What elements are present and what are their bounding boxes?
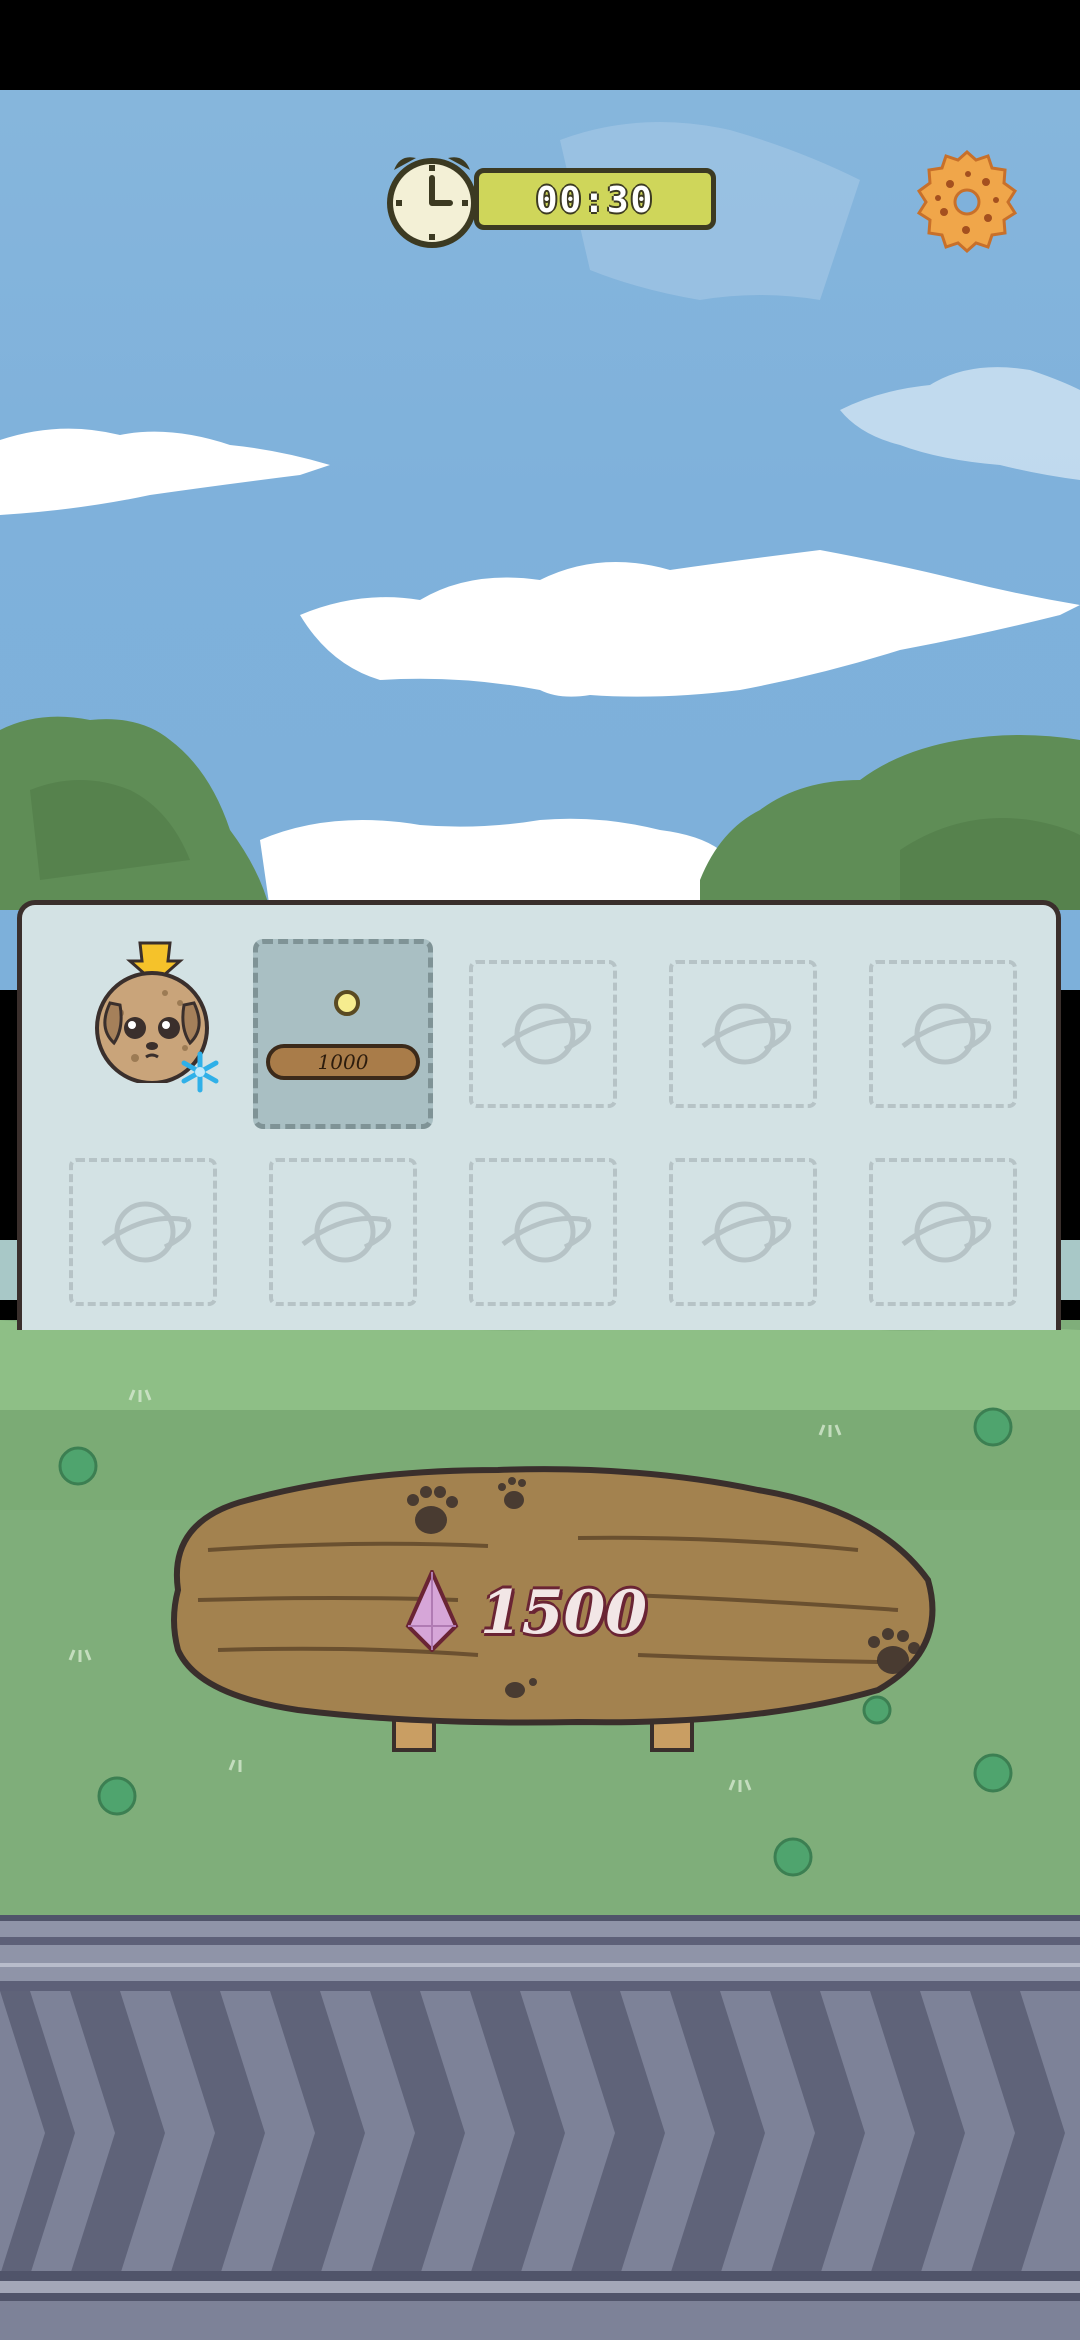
timer: 00:30 — [382, 148, 722, 248]
gem-value: 1500 — [480, 1578, 647, 1648]
conveyor-belt — [0, 1915, 1080, 2340]
inventory-panel: 1000 — [17, 900, 1061, 1330]
planet-icon — [701, 1201, 792, 1263]
inventory-slot-empty[interactable] — [69, 1158, 217, 1306]
cloud — [300, 550, 1080, 697]
inventory-slot-empty[interactable] — [269, 1158, 417, 1306]
inventory-slot-empty[interactable] — [869, 1158, 1017, 1306]
planet-icon — [901, 1201, 992, 1263]
planet-icon — [501, 1201, 592, 1263]
cloud — [840, 367, 1080, 480]
status-bar — [0, 0, 1080, 90]
coin-icon — [334, 990, 360, 1016]
planet-icon — [501, 1003, 592, 1065]
inventory-slot-selected[interactable]: 1000 — [253, 939, 433, 1129]
cloud — [0, 428, 330, 515]
planet-icon — [901, 1003, 992, 1065]
inventory-slot-empty[interactable] — [469, 1158, 617, 1306]
planet-icon — [301, 1201, 392, 1263]
inventory-slot-empty[interactable] — [869, 960, 1017, 1108]
inventory-slot-empty[interactable] — [469, 960, 617, 1108]
gem-icon — [405, 1570, 459, 1652]
inventory-slot-empty[interactable] — [669, 1158, 817, 1306]
cookie-gear-icon[interactable] — [912, 146, 1022, 256]
cloud — [260, 818, 720, 910]
inventory-slot-empty[interactable] — [669, 960, 817, 1108]
game-scene: 00:30 1000 1500 — [0, 90, 1080, 2340]
timer-bar: 00:30 — [474, 168, 716, 230]
snowflake-icon — [181, 1051, 219, 1093]
planet-icon — [701, 1003, 792, 1065]
planet-icon — [101, 1201, 192, 1263]
timer-text: 00:30 — [535, 180, 655, 221]
slot-price: 1000 — [266, 1044, 420, 1080]
alarm-clock-icon — [387, 157, 477, 248]
